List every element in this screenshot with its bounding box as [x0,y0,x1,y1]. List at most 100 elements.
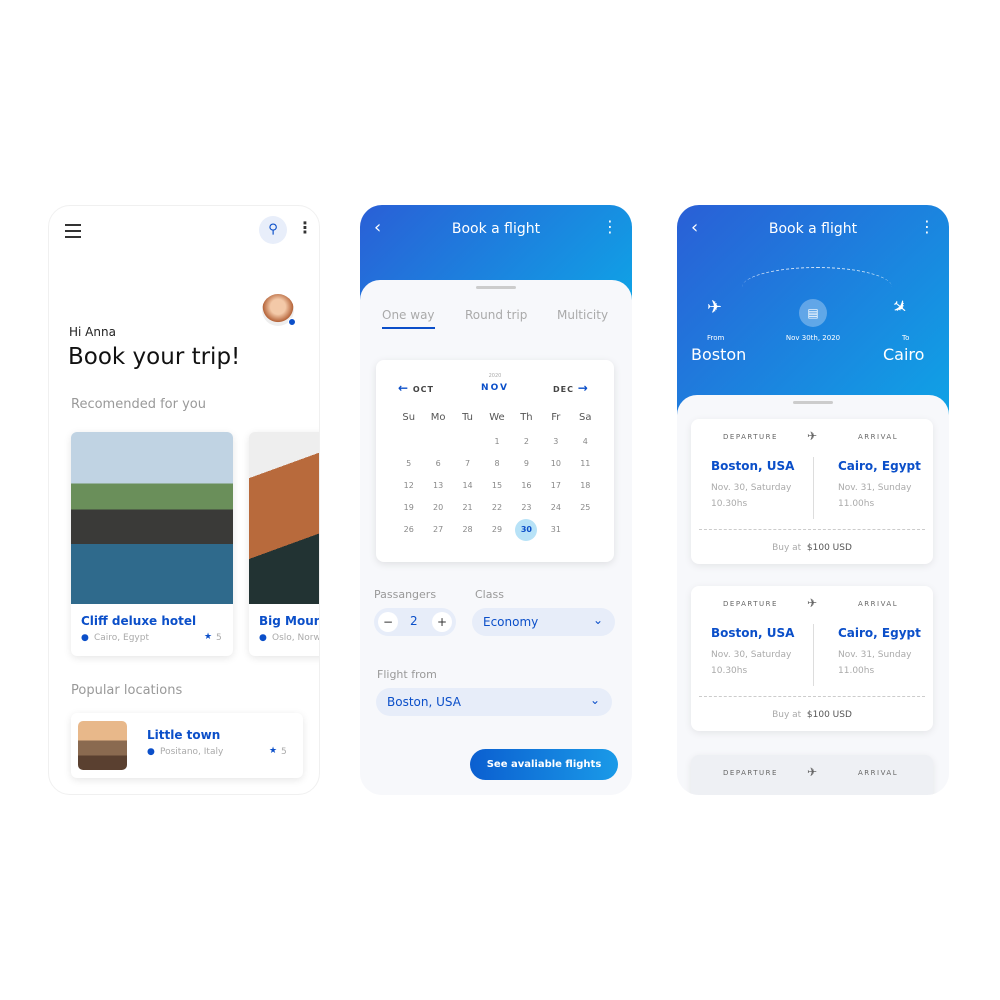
pin-icon: ● [259,633,267,643]
calendar-day[interactable]: 20 [423,500,452,516]
pin-icon: ● [147,747,155,757]
arrival-city: Cairo, Egypt [838,626,921,640]
arrow-right-icon: → [577,381,589,395]
calendar-day[interactable]: 12 [394,478,423,494]
passengers-value: 2 [410,614,418,628]
menu-icon[interactable] [65,224,81,238]
drag-handle[interactable] [793,401,833,404]
class-select[interactable]: Economy ⌄ [472,608,615,636]
hotel-rating: 5 [216,633,222,643]
calendar-day[interactable]: 21 [453,500,482,516]
calendar-year: 2020 [488,373,502,379]
ticket-price: Buy at $100 USD [691,710,933,720]
calendar-day[interactable]: 8 [482,456,511,472]
calendar-day[interactable]: 15 [482,478,511,494]
calendar-day[interactable]: 3 [541,434,570,450]
calendar-day[interactable]: 25 [571,500,600,516]
day-number: 14 [462,481,473,490]
avatar[interactable] [262,294,296,326]
tab-multicity[interactable]: Multicity [557,308,608,322]
plane-icon: ✈ [807,765,819,779]
calendar-day[interactable]: 23 [512,500,541,516]
calendar-day[interactable]: 13 [423,478,452,494]
calendar-grid: Su Mo Tu We Th Fr Sa 1 2 3 4 5 6 7 8 9 10 11 12 13 14 15 16 17 1… [394,412,600,541]
empty-cell [423,434,452,450]
flight-from-select[interactable]: Boston, USA ⌄ [376,688,612,716]
calendar-day[interactable]: 4 [571,434,600,450]
calendar-day[interactable]: 22 [482,500,511,516]
hotel-card[interactable]: Big Mountain ● Oslo, Norway [249,432,320,656]
day-number: 12 [403,481,414,490]
screen-title: Book a flight [768,221,858,237]
calendar-day[interactable]: 18 [571,478,600,494]
buy-label: Buy at [772,710,802,720]
ticket-price: Buy at $100 USD [691,543,933,553]
day-number: 18 [580,481,591,490]
calendar-day[interactable]: 2 [512,434,541,450]
departure-label: DEPARTURE [723,433,778,441]
calendar-day[interactable]: 11 [571,456,600,472]
day-number: 26 [403,525,414,534]
booking-screen: ‹ Book a flight ⋮ One way Round trip Mul… [360,205,632,795]
arrival-label: ARRIVAL [858,433,899,441]
calendar-day[interactable]: 31 [541,522,570,538]
calendar-day[interactable]: 16 [512,478,541,494]
passengers-label: Passangers [374,588,437,601]
weekday-label: Fr [551,412,561,423]
calendar-day[interactable]: 28 [453,522,482,538]
calendar-day[interactable]: 26 [394,522,423,538]
calendar-day[interactable]: 30 [512,519,541,541]
increment-button[interactable]: + [432,612,452,632]
tab-one-way[interactable]: One way [382,308,435,329]
see-flights-button[interactable]: See avaliable flights [470,749,618,780]
more-icon[interactable]: ⋮ [919,217,935,236]
arrival-date: Nov. 31, Sunday [838,650,912,660]
drag-handle[interactable] [476,286,516,289]
location-rating: 5 [281,747,287,757]
ticket-card[interactable]: DEPARTURE ✈ ARRIVAL Boston, USA Nov. 30,… [691,586,933,731]
from-city: Boston [691,345,747,364]
more-icon[interactable]: ⋮ [297,218,313,237]
day-number: 22 [491,503,503,512]
hotel-name: Cliff deluxe hotel [81,614,197,628]
greeting: Hi Anna [69,325,116,339]
day-number: 4 [582,437,588,446]
day-number: 28 [462,525,473,534]
search-button[interactable]: ⚲ [259,216,287,244]
empty-cell [453,434,482,450]
location-place: Positano, Italy [160,747,224,757]
calendar-day[interactable]: 9 [512,456,541,472]
more-icon[interactable]: ⋮ [602,217,618,236]
divider [813,457,814,519]
day-number: 19 [403,503,414,512]
star-icon: ★ [204,632,213,642]
calendar-day[interactable]: 5 [394,456,423,472]
hotel-location: Oslo, Norway [272,633,319,643]
weekday-label: We [489,412,505,423]
screen-title: Book a flight [451,221,541,237]
calendar-day[interactable]: 29 [482,522,511,538]
tab-round-trip[interactable]: Round trip [465,308,527,322]
next-month-button[interactable]: DEC → [553,381,589,395]
hotel-card[interactable]: Cliff deluxe hotel ● Cairo, Egypt ★ 5 [71,432,233,656]
calendar-day[interactable]: 6 [423,456,452,472]
decrement-button[interactable]: − [378,612,398,632]
section-title: Popular locations [71,683,183,698]
header: ‹ Book a flight ⋮ ✈ ▤ ✈ From Nov 30th, 2… [677,205,949,420]
calendar-day[interactable]: 27 [423,522,452,538]
hotel-name: Big Mountain [259,614,320,628]
calendar: 2020 ← OCT NOV DEC → Su Mo Tu We Th Fr Sa 1 2 3 4 5… [376,360,614,562]
buy-label: Buy at [772,543,802,553]
ticket-card[interactable]: DEPARTURE ✈ ARRIVAL [691,755,933,795]
calendar-day[interactable]: 7 [453,456,482,472]
calendar-day[interactable]: 14 [453,478,482,494]
ticket-card[interactable]: DEPARTURE ✈ ARRIVAL Boston, USA Nov. 30,… [691,419,933,564]
list-item[interactable]: Little town ● Positano, Italy ★ 5 [71,713,303,778]
calendar-day[interactable]: 1 [482,434,511,450]
day-number: 25 [580,503,591,512]
calendar-day[interactable]: 17 [541,478,570,494]
calendar-day[interactable]: 10 [541,456,570,472]
calendar-day[interactable]: 24 [541,500,570,516]
calendar-day[interactable]: 19 [394,500,423,516]
weekday-label: Th [520,412,533,423]
